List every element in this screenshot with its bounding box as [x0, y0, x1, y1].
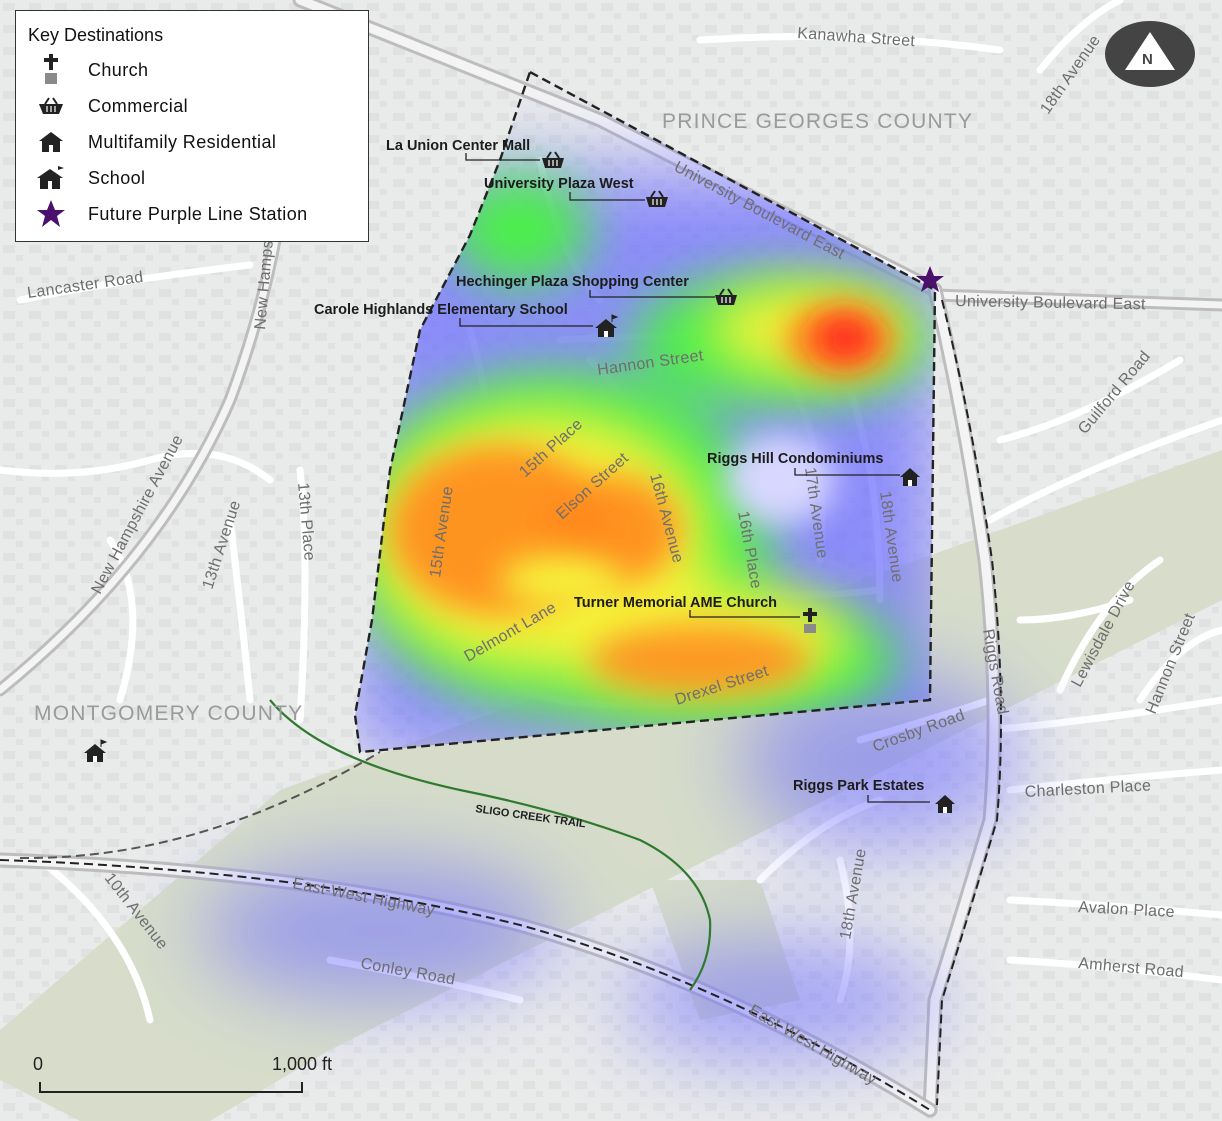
- destination-label-la-union: La Union Center Mall: [386, 138, 530, 154]
- destination-label-turner: Turner Memorial AME Church: [574, 595, 777, 611]
- legend-label: School: [88, 167, 146, 188]
- school-icon: [28, 166, 74, 190]
- scale-end-label: 1,000 ft: [272, 1054, 332, 1074]
- legend-title: Key Destinations: [28, 25, 164, 45]
- north-label: N: [1142, 51, 1153, 68]
- church-icon: [28, 54, 74, 86]
- legend-item-school: School: [28, 160, 356, 196]
- house-icon: [28, 131, 74, 153]
- destination-label-riggs-hill: Riggs Hill Condominiums: [707, 451, 883, 467]
- destination-label-university-plaza: University Plaza West: [484, 176, 634, 192]
- basket-icon: [28, 96, 74, 116]
- street-label: University Boulevard East: [955, 293, 1146, 313]
- star-icon: [28, 199, 74, 229]
- legend-item-station: Future Purple Line Station: [28, 196, 356, 232]
- destination-label-carole-highlands: Carole Highlands Elementary School: [314, 302, 568, 318]
- legend-label: Multifamily Residential: [88, 131, 277, 152]
- north-arrow-icon: N: [1105, 21, 1195, 87]
- legend-item-church: Church: [28, 52, 356, 88]
- legend-item-commercial: Commercial: [28, 88, 356, 124]
- scale-start-label: 0: [33, 1054, 43, 1074]
- legend-item-multifamily: Multifamily Residential: [28, 124, 356, 160]
- destination-label-hechinger: Hechinger Plaza Shopping Center: [456, 274, 689, 290]
- legend-label: Commercial: [88, 95, 189, 116]
- county-label-prince-georges: PRINCE GEORGES COUNTY: [662, 110, 973, 133]
- legend-label: Future Purple Line Station: [88, 203, 308, 224]
- county-label-montgomery: MONTGOMERY COUNTY: [34, 702, 303, 725]
- legend: Key Destinations Church Commercial Multi…: [15, 10, 369, 242]
- destination-label-riggs-park: Riggs Park Estates: [793, 778, 924, 794]
- legend-label: Church: [88, 59, 149, 80]
